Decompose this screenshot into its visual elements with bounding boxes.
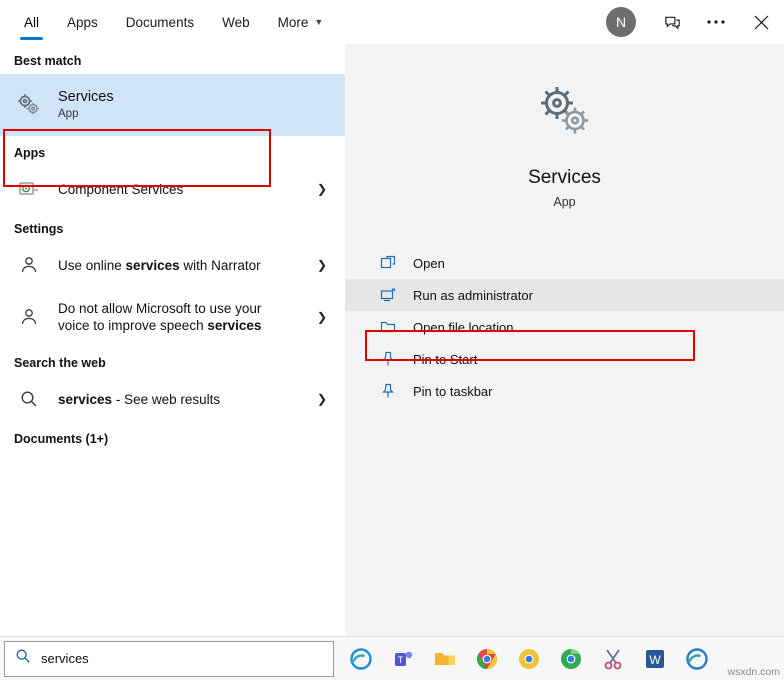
action-open[interactable]: Open — [345, 247, 784, 279]
result-narrator-online-services[interactable]: Use online services with Narrator ❯ — [0, 242, 345, 288]
result-best-match-title: Services — [58, 88, 114, 105]
services-gears-icon — [535, 82, 595, 147]
apps-header: Apps — [14, 146, 46, 160]
action-pin-to-taskbar-label: Pin to taskbar — [413, 383, 493, 399]
chrome-beta-icon[interactable] — [558, 646, 584, 672]
feedback-icon[interactable] — [650, 0, 694, 44]
snip-sketch-icon[interactable] — [600, 646, 626, 672]
chevron-right-icon[interactable]: ❯ — [317, 258, 331, 272]
chevron-down-icon: ▼ — [314, 16, 324, 27]
close-icon[interactable] — [738, 0, 784, 44]
chrome-canary-icon[interactable] — [516, 646, 542, 672]
top-navigation-bar: All Apps Documents Web More ▼ N — [0, 0, 784, 44]
pin-icon — [379, 350, 397, 368]
tab-all[interactable]: All — [10, 0, 53, 44]
result-voice-title: Do not allow Microsoft to use your voice … — [58, 301, 262, 333]
preview-action-list: Open Run as administrator Open file loca… — [345, 247, 784, 407]
results-pane: Best match Services App Apps Component S… — [0, 44, 345, 636]
avatar-initial: N — [615, 14, 627, 30]
result-web-text: services - See web results — [58, 391, 303, 408]
action-run-as-administrator[interactable]: Run as administrator — [345, 279, 784, 311]
folder-icon — [379, 318, 397, 336]
preview-app-name: Services — [528, 167, 601, 188]
services-gears-icon — [14, 90, 44, 120]
result-best-match-subtitle: App — [58, 107, 79, 120]
component-services-icon — [14, 174, 44, 204]
tab-more[interactable]: More ▼ — [264, 0, 338, 44]
settings-person-icon — [14, 250, 44, 280]
search-flyout: All Apps Documents Web More ▼ N Best mat… — [0, 0, 784, 680]
taskbar-icons: T W — [348, 646, 710, 672]
preview-header: Services App — [345, 44, 784, 209]
avatar[interactable]: N — [606, 7, 636, 37]
preview-pane: Services App Open Run as administrator O… — [345, 44, 784, 636]
ellipsis-icon[interactable] — [694, 0, 738, 44]
run-as-admin-icon — [379, 286, 397, 304]
tab-documents-label: Documents — [125, 14, 195, 30]
result-voice-speech-services[interactable]: Do not allow Microsoft to use your voice … — [0, 288, 345, 346]
action-open-file-location-label: Open file location — [413, 319, 514, 335]
result-best-match-services[interactable]: Services App — [0, 74, 345, 136]
teams-icon[interactable]: T — [390, 646, 416, 672]
edge-dev-icon[interactable] — [684, 646, 710, 672]
tab-more-label: More — [277, 14, 309, 30]
search-input[interactable] — [41, 651, 301, 666]
tab-documents[interactable]: Documents — [112, 0, 208, 44]
action-pin-to-taskbar[interactable]: Pin to taskbar — [345, 375, 784, 407]
nav-tabs: All Apps Documents Web More ▼ — [0, 0, 337, 44]
result-web-title: services - See web results — [58, 391, 303, 408]
file-explorer-icon[interactable] — [432, 646, 458, 672]
result-narrator-title: Use online services with Narrator — [58, 257, 261, 273]
tab-web-label: Web — [222, 14, 250, 30]
chevron-right-icon[interactable]: ❯ — [317, 392, 331, 406]
result-web-suffix: - See web results — [112, 391, 221, 407]
svg-text:W: W — [649, 653, 661, 667]
search-web-header: Search the web — [14, 356, 106, 370]
tab-web[interactable]: Web — [208, 0, 264, 44]
action-pin-to-start[interactable]: Pin to Start — [345, 343, 784, 375]
tab-all-label: All — [24, 14, 40, 30]
watermark: wsxdn.com — [727, 666, 780, 678]
topbar-right-controls: N — [606, 0, 784, 44]
taskbar-search-field[interactable] — [4, 640, 334, 677]
taskbar: T — [0, 636, 784, 680]
action-open-file-location[interactable]: Open file location — [345, 311, 784, 343]
best-match-header: Best match — [14, 54, 82, 68]
chevron-right-icon[interactable]: ❯ — [317, 310, 331, 324]
documents-header: Documents (1+) — [14, 432, 109, 446]
result-best-match-text: Services App — [58, 89, 331, 122]
search-icon — [14, 384, 44, 414]
result-web-services[interactable]: services - See web results ❯ — [0, 376, 345, 422]
search-icon — [15, 648, 31, 669]
settings-person-icon — [14, 302, 44, 332]
action-run-as-administrator-label: Run as administrator — [413, 287, 533, 303]
tab-apps-label: Apps — [67, 14, 98, 30]
action-open-label: Open — [413, 255, 445, 271]
result-voice-text: Do not allow Microsoft to use your voice … — [58, 300, 303, 334]
result-web-query: services — [58, 391, 113, 407]
chevron-right-icon[interactable]: ❯ — [317, 182, 331, 196]
svg-text:T: T — [398, 655, 404, 665]
tab-apps[interactable]: Apps — [53, 0, 112, 44]
open-icon — [379, 254, 397, 272]
result-narrator-text: Use online services with Narrator — [58, 257, 303, 274]
pin-icon — [379, 382, 397, 400]
chrome-icon[interactable] — [474, 646, 500, 672]
result-component-services-text: Component Services — [58, 181, 303, 198]
action-pin-to-start-label: Pin to Start — [413, 351, 478, 367]
settings-header: Settings — [14, 222, 64, 236]
result-component-services-title: Component Services — [58, 181, 184, 197]
edge-icon[interactable] — [348, 646, 374, 672]
result-component-services[interactable]: Component Services ❯ — [0, 166, 345, 212]
word-icon[interactable]: W — [642, 646, 668, 672]
preview-app-kind: App — [553, 195, 576, 209]
